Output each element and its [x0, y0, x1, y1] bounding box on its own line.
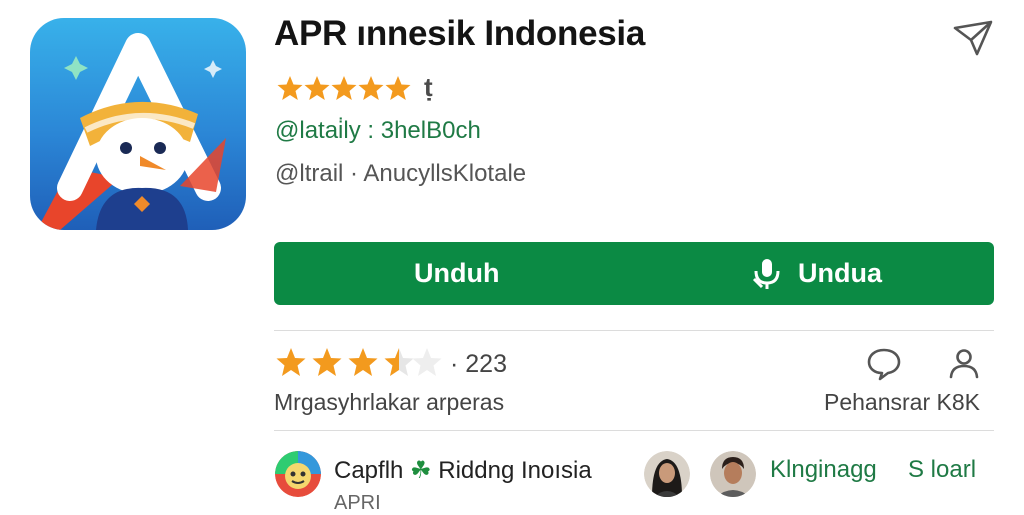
app-icon — [30, 18, 246, 230]
rating-count: · 223 — [450, 350, 507, 378]
share-icon[interactable] — [951, 18, 995, 58]
people-link-1[interactable]: Klnginagg — [770, 456, 877, 484]
app-meta: @ltrail · AnucyllsKlotale — [275, 160, 527, 187]
install-button[interactable]: Unduh Undua — [274, 242, 994, 305]
person-icon[interactable] — [946, 346, 982, 382]
avatar[interactable] — [275, 451, 321, 497]
reviewer-name: Capflh ☘ Riddng Inoısia — [334, 456, 592, 485]
developer-link[interactable]: @latai̇ly : 3helB0ch — [275, 117, 481, 145]
divider — [274, 430, 994, 431]
microphone-icon — [752, 257, 782, 291]
people-link-2[interactable]: S loarl — [908, 456, 976, 484]
right-stat-label: Pehansrar K8K — [824, 389, 980, 415]
rating-stars — [275, 346, 445, 382]
avatar[interactable] — [644, 451, 690, 497]
app-title: APR ınnesik Indonesia — [274, 14, 646, 53]
install-label-right: Undua — [798, 258, 882, 288]
avatar[interactable] — [710, 451, 756, 497]
reviewer-first-name: Capflh — [334, 457, 404, 484]
reviewer-name-suffix: Riddng Inoısia — [438, 457, 592, 484]
divider — [274, 330, 994, 331]
install-label-left: Unduh — [414, 258, 500, 288]
chat-bubble-icon[interactable] — [866, 346, 902, 382]
clover-icon: ☘ — [410, 457, 432, 484]
rating-label: Mrgasyhrlakar arperas — [274, 389, 505, 415]
rating-suffix-glyph: ṭ — [424, 72, 433, 102]
top-rating-stars — [276, 74, 416, 104]
